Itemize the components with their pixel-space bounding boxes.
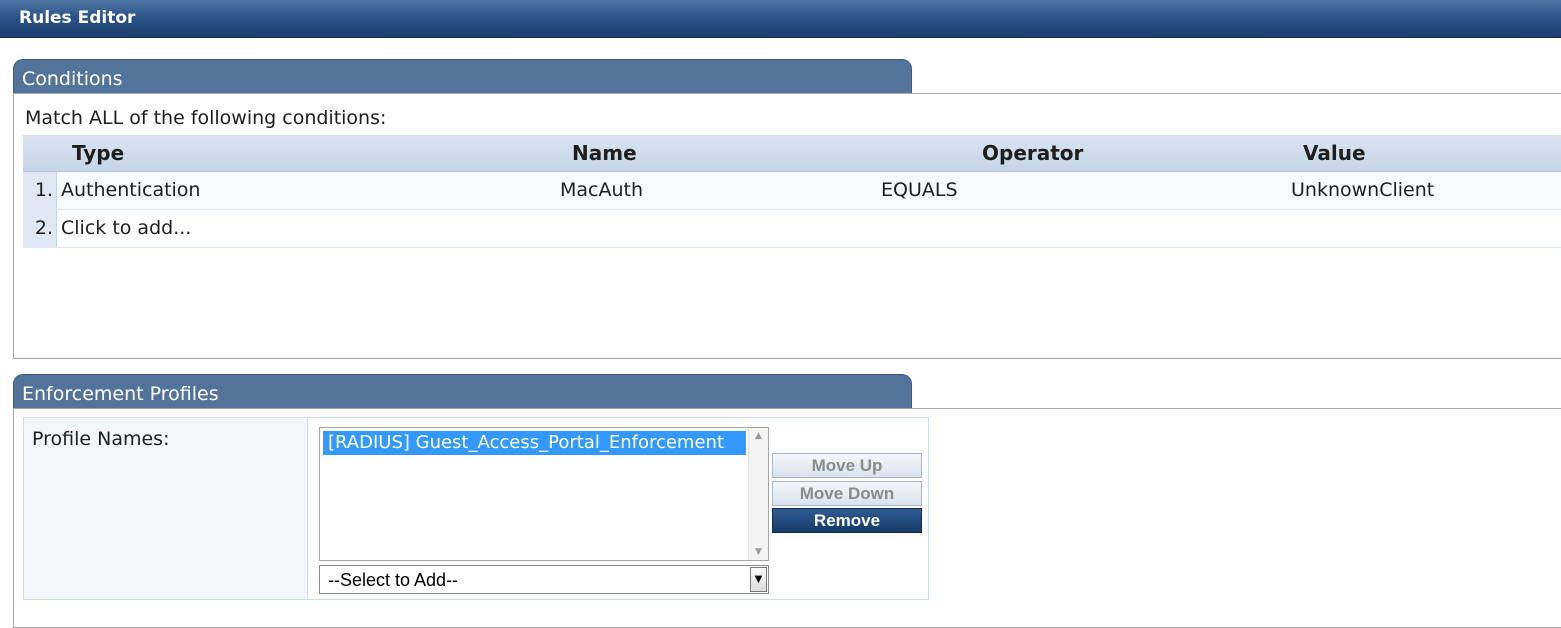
title-bar: Rules Editor — [0, 0, 1561, 38]
select-value: --Select to Add-- — [328, 570, 459, 590]
conditions-title: Conditions — [22, 68, 123, 90]
listbox-scrollbar[interactable]: ▲ ▼ — [748, 428, 768, 560]
row-number: 1. — [23, 172, 57, 209]
profile-names-box: Profile Names: [RADIUS] Guest_Access_Por… — [23, 417, 929, 600]
enforcement-tab-header: Enforcement Profiles — [13, 374, 912, 408]
row-number: 2. — [23, 210, 57, 247]
conditions-table: Type Name Operator Value 1. Authenticati… — [23, 135, 1561, 248]
table-row[interactable]: 1. Authentication MacAuth EQUALS Unknown… — [23, 172, 1561, 210]
column-header-name[interactable]: Name — [572, 141, 637, 165]
move-down-button[interactable]: Move Down — [772, 481, 922, 506]
cell-value[interactable]: UnknownClient — [1291, 172, 1434, 209]
select-to-add-dropdown[interactable]: --Select to Add-- ▼ — [319, 565, 769, 594]
column-header-type[interactable]: Type — [72, 141, 124, 165]
match-text: Match ALL of the following conditions: — [25, 107, 387, 129]
column-header-operator[interactable]: Operator — [982, 141, 1083, 165]
conditions-panel: Match ALL of the following conditions: T… — [13, 93, 1561, 359]
chevron-down-icon[interactable]: ▼ — [750, 567, 767, 592]
profile-names-label: Profile Names: — [32, 428, 170, 450]
column-header-value[interactable]: Value — [1303, 141, 1366, 165]
profile-option-selected[interactable]: [RADIUS] Guest_Access_Portal_Enforcement — [323, 431, 746, 455]
cell-type[interactable]: Authentication — [61, 172, 200, 209]
conditions-table-header: Type Name Operator Value — [23, 135, 1561, 172]
remove-button[interactable]: Remove — [772, 508, 922, 533]
move-up-button[interactable]: Move Up — [772, 453, 922, 478]
divider — [307, 418, 308, 599]
conditions-tab-header: Conditions — [13, 59, 912, 93]
scroll-up-icon[interactable]: ▲ — [749, 431, 768, 441]
cell-operator[interactable]: EQUALS — [881, 172, 958, 209]
enforcement-panel: Profile Names: [RADIUS] Guest_Access_Por… — [13, 408, 1561, 628]
window-title: Rules Editor — [19, 8, 136, 28]
click-to-add-link[interactable]: Click to add... — [61, 210, 191, 247]
add-condition-row[interactable]: 2. Click to add... — [23, 210, 1561, 248]
scroll-down-icon[interactable]: ▼ — [749, 547, 768, 557]
enforcement-title: Enforcement Profiles — [22, 383, 219, 405]
profile-listbox[interactable]: [RADIUS] Guest_Access_Portal_Enforcement… — [319, 427, 769, 561]
cell-name[interactable]: MacAuth — [560, 172, 643, 209]
